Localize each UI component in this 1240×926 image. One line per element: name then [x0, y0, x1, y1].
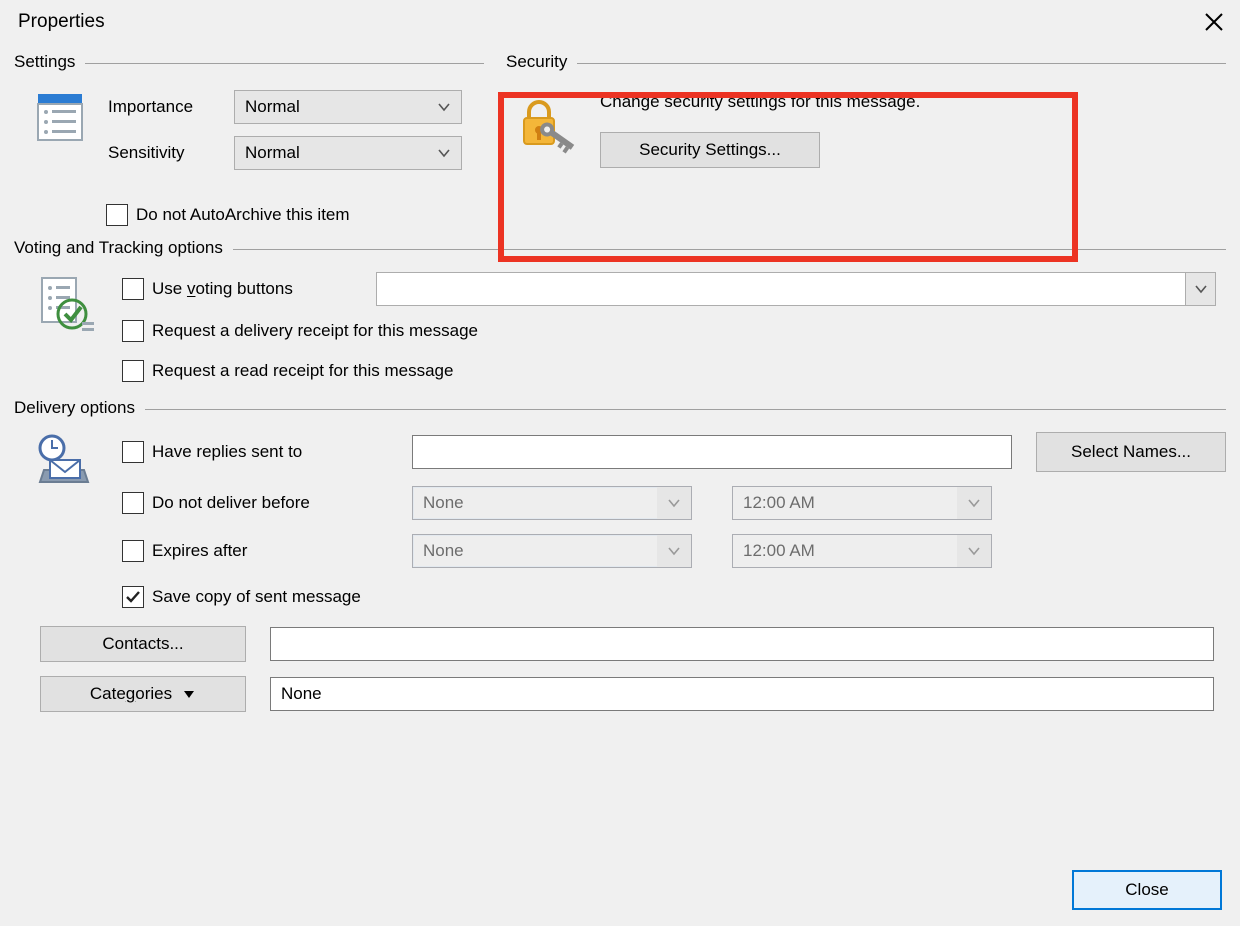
checkbox-icon — [122, 360, 144, 382]
delivery-receipt-checkbox[interactable]: Request a delivery receipt for this mess… — [122, 316, 1216, 346]
voting-options-dropdown[interactable] — [376, 272, 1216, 306]
have-replies-label: Have replies sent to — [152, 442, 302, 462]
sensitivity-label: Sensitivity — [108, 143, 216, 163]
importance-value: Normal — [245, 97, 300, 117]
titlebar: Properties — [14, 10, 1226, 52]
save-copy-label: Save copy of sent message — [152, 587, 361, 607]
chevron-down-icon — [657, 535, 691, 567]
sensitivity-value: Normal — [245, 143, 300, 163]
importance-label: Importance — [108, 97, 216, 117]
expires-checkbox[interactable]: Expires after — [122, 540, 412, 562]
security-group-header: Security — [506, 52, 1226, 72]
checkbox-icon — [122, 278, 144, 300]
divider — [85, 63, 484, 64]
not-before-date-dropdown[interactable]: None — [412, 486, 692, 520]
checkbox-checked-icon — [122, 586, 144, 608]
settings-group-header: Settings — [14, 52, 484, 72]
not-before-checkbox[interactable]: Do not deliver before — [122, 492, 412, 514]
delivery-group-label: Delivery options — [14, 398, 135, 418]
select-names-button[interactable]: Select Names... — [1036, 432, 1226, 472]
autoarchive-label: Do not AutoArchive this item — [136, 205, 350, 225]
dialog-title: Properties — [18, 11, 105, 33]
chevron-down-icon — [427, 91, 461, 123]
not-before-time-dropdown[interactable]: 12:00 AM — [732, 486, 992, 520]
expires-time-value: 12:00 AM — [743, 541, 815, 561]
save-copy-checkbox[interactable]: Save copy of sent message — [122, 582, 1226, 612]
have-replies-checkbox[interactable]: Have replies sent to — [122, 441, 412, 463]
have-replies-input[interactable] — [412, 435, 1012, 469]
security-description: Change security settings for this messag… — [600, 92, 920, 112]
delivery-group-header: Delivery options — [14, 398, 1226, 418]
sensitivity-dropdown[interactable]: Normal — [234, 136, 462, 170]
checkbox-icon — [122, 492, 144, 514]
chevron-down-icon — [957, 535, 991, 567]
not-before-time-value: 12:00 AM — [743, 493, 815, 513]
use-voting-label: Use voting buttons — [152, 279, 293, 299]
delivery-icon — [32, 432, 96, 501]
voting-tracking-group-label: Voting and Tracking options — [14, 238, 223, 258]
categories-label: Categories — [90, 684, 172, 704]
not-before-date-value: None — [423, 493, 464, 513]
close-icon[interactable] — [1202, 10, 1226, 34]
divider — [577, 63, 1226, 64]
checkbox-icon — [122, 540, 144, 562]
expires-date-value: None — [423, 541, 464, 561]
lock-key-icon — [514, 92, 578, 168]
chevron-down-icon — [427, 137, 461, 169]
expires-date-dropdown[interactable]: None — [412, 534, 692, 568]
use-voting-checkbox[interactable]: Use voting buttons — [122, 274, 362, 304]
security-settings-button[interactable]: Security Settings... — [600, 132, 820, 168]
divider — [145, 409, 1226, 410]
expires-time-dropdown[interactable]: 12:00 AM — [732, 534, 992, 568]
properties-icon — [32, 90, 88, 230]
divider — [233, 249, 1226, 250]
close-button[interactable]: Close — [1072, 870, 1222, 910]
not-before-label: Do not deliver before — [152, 493, 310, 513]
voting-tracking-icon — [32, 272, 96, 341]
autoarchive-checkbox[interactable]: Do not AutoArchive this item — [106, 200, 462, 230]
checkbox-icon — [106, 204, 128, 226]
categories-button[interactable]: Categories — [40, 676, 246, 712]
chevron-down-icon — [957, 487, 991, 519]
contacts-button[interactable]: Contacts... — [40, 626, 246, 662]
checkbox-icon — [122, 320, 144, 342]
contacts-input[interactable] — [270, 627, 1214, 661]
delivery-receipt-label: Request a delivery receipt for this mess… — [152, 321, 478, 341]
security-group-label: Security — [506, 52, 567, 72]
checkbox-icon — [122, 441, 144, 463]
read-receipt-checkbox[interactable]: Request a read receipt for this message — [122, 356, 1216, 386]
chevron-down-icon — [657, 487, 691, 519]
read-receipt-label: Request a read receipt for this message — [152, 361, 453, 381]
properties-dialog: Properties Settings — [0, 0, 1240, 926]
settings-group-label: Settings — [14, 52, 75, 72]
expires-label: Expires after — [152, 541, 247, 561]
categories-input[interactable]: None — [270, 677, 1214, 711]
importance-dropdown[interactable]: Normal — [234, 90, 462, 124]
voting-tracking-group-header: Voting and Tracking options — [14, 238, 1226, 258]
chevron-down-icon — [1185, 273, 1215, 305]
triangle-down-icon — [182, 687, 196, 701]
